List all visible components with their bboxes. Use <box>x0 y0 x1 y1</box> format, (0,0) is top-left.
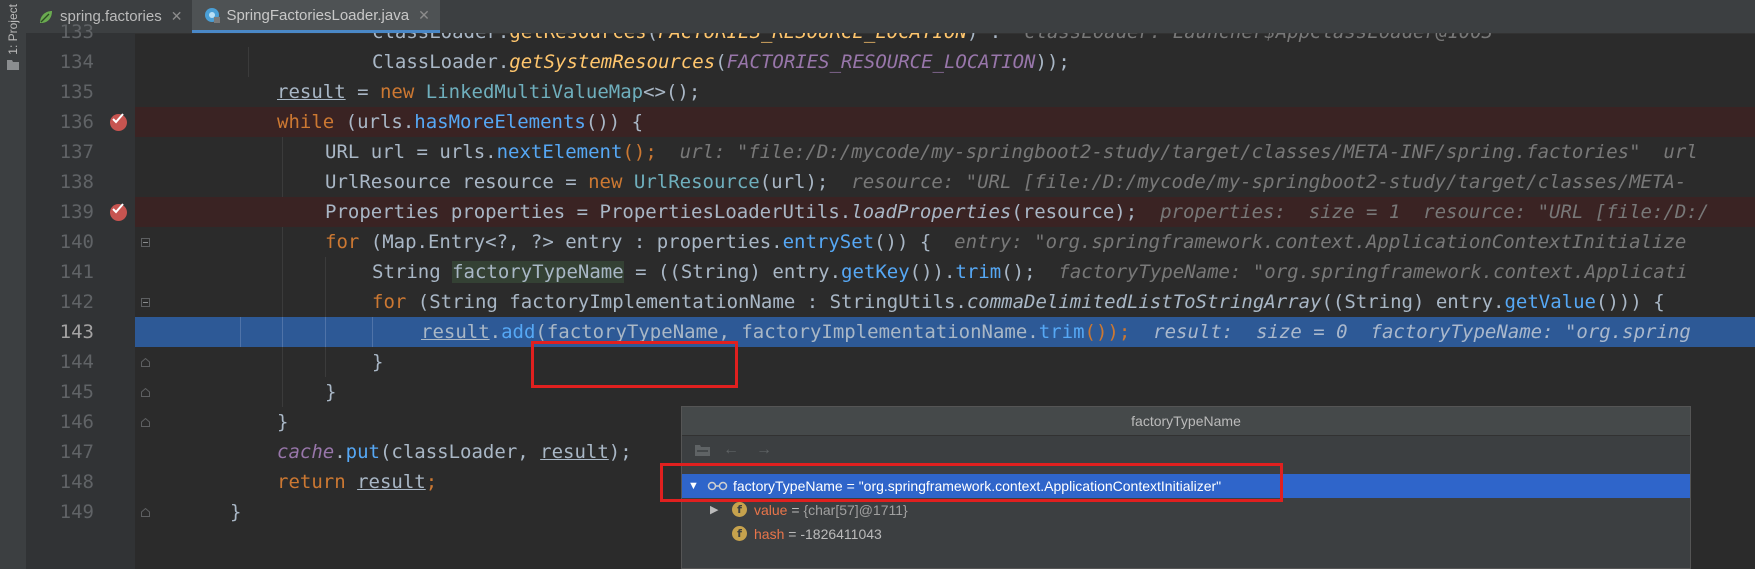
code-line-136: while (urls.hasMoreElements()) { <box>135 107 1755 137</box>
tab-springfactoriesloader-java[interactable]: SpringFactoriesLoader.java ✕ <box>192 0 440 33</box>
field-value: {char[57]@1711} <box>803 502 908 518</box>
annotation-highlight-box <box>531 341 738 388</box>
code-line-144: } <box>135 347 1755 377</box>
popup-title: factoryTypeName <box>682 407 1690 436</box>
code-line-137: URL url = urls.nextElement(); url: "file… <box>135 137 1755 167</box>
line-number: 136 <box>59 111 94 133</box>
folder-icon[interactable] <box>694 443 711 457</box>
line-number: 141 <box>59 261 94 283</box>
project-tool-tab[interactable]: 1: Project <box>3 4 23 92</box>
folder-icon <box>7 59 19 70</box>
code-line-142: for (String factoryImplementationName : … <box>135 287 1755 317</box>
editor-gutter: 133 134 135 136 137 138 139 140 141 142 … <box>26 21 150 569</box>
inline-debug-value: result: size = 0 factoryTypeName: "org.s… <box>1130 321 1691 343</box>
popup-toolbar: ← → <box>682 436 1690 464</box>
breakpoint-icon[interactable] <box>110 203 127 221</box>
left-tool-strip: 1: Project <box>0 0 27 569</box>
code-line-138: UrlResource resource = new UrlResource(u… <box>135 167 1755 197</box>
code-line-139: Properties properties = PropertiesLoader… <box>135 197 1755 227</box>
code-line-133: classLoader.getResources(FACTORIES_RESOU… <box>135 33 1755 47</box>
forward-arrow-icon[interactable]: → <box>756 441 772 459</box>
line-number: 142 <box>59 291 94 313</box>
inline-debug-value: entry: "org.springframework.context.Appl… <box>931 231 1687 253</box>
code-line-135: result = new LinkedMultiValueMap<>(); <box>277 81 701 103</box>
java-class-icon <box>205 8 221 23</box>
inline-debug-value: resource: "URL [file:/D:/mycode/my-sprin… <box>828 171 1687 193</box>
code-line-140: for (Map.Entry<?, ?> entry : properties.… <box>135 227 1755 257</box>
inline-debug-value: factoryTypeName: "org.springframework.co… <box>1035 261 1688 283</box>
inline-debug-value: properties: size = 1 resource: "URL [fil… <box>1137 201 1710 223</box>
line-number: 145 <box>59 381 94 403</box>
close-tab-icon[interactable]: ✕ <box>171 8 183 25</box>
field-icon: f <box>732 526 747 541</box>
annotation-highlight-box <box>660 463 1283 502</box>
line-number: 148 <box>59 471 94 493</box>
editor-tab-bar: spring.factories ✕ SpringFactoriesLoader… <box>26 0 1755 34</box>
current-line-number: 143 <box>59 321 94 343</box>
field-name: value <box>754 502 788 518</box>
inline-debug-value: classLoader: Launcher$AppClassLoader@100… <box>1001 33 1493 43</box>
line-number: 139 <box>59 201 94 223</box>
line-number: 146 <box>59 411 94 433</box>
current-execution-line-143: result.add(factoryTypeName, factoryImple… <box>135 317 1755 347</box>
line-number: 144 <box>59 351 94 373</box>
code-line-141: String factoryTypeName = ((String) entry… <box>135 257 1755 287</box>
field-name: hash <box>754 526 785 542</box>
code-line-145: } <box>135 377 1755 407</box>
inline-debug-value: url: "file:/D:/mycode/my-springboot2-stu… <box>656 141 1698 163</box>
line-number: 147 <box>59 441 94 463</box>
close-tab-icon[interactable]: ✕ <box>418 7 430 24</box>
code-line-134: ClassLoader.getSystemResources(FACTORIES… <box>135 47 1755 77</box>
line-number: 149 <box>59 501 94 523</box>
line-number: 140 <box>59 231 94 253</box>
project-tool-label: 1: Project <box>6 4 20 55</box>
line-number: 138 <box>59 171 94 193</box>
field-icon: f <box>732 502 747 517</box>
line-number: 133 <box>59 21 94 43</box>
variable-tree-child-hash[interactable]: f hash = -1826411043 <box>682 522 1690 546</box>
tab-label: SpringFactoriesLoader.java <box>226 6 410 24</box>
line-number: 134 <box>59 51 94 73</box>
breakpoint-icon[interactable] <box>110 113 127 131</box>
line-number: 135 <box>59 81 94 103</box>
back-arrow-icon[interactable]: ← <box>723 441 739 459</box>
line-number: 137 <box>59 141 94 163</box>
field-value: -1826411043 <box>800 526 882 542</box>
